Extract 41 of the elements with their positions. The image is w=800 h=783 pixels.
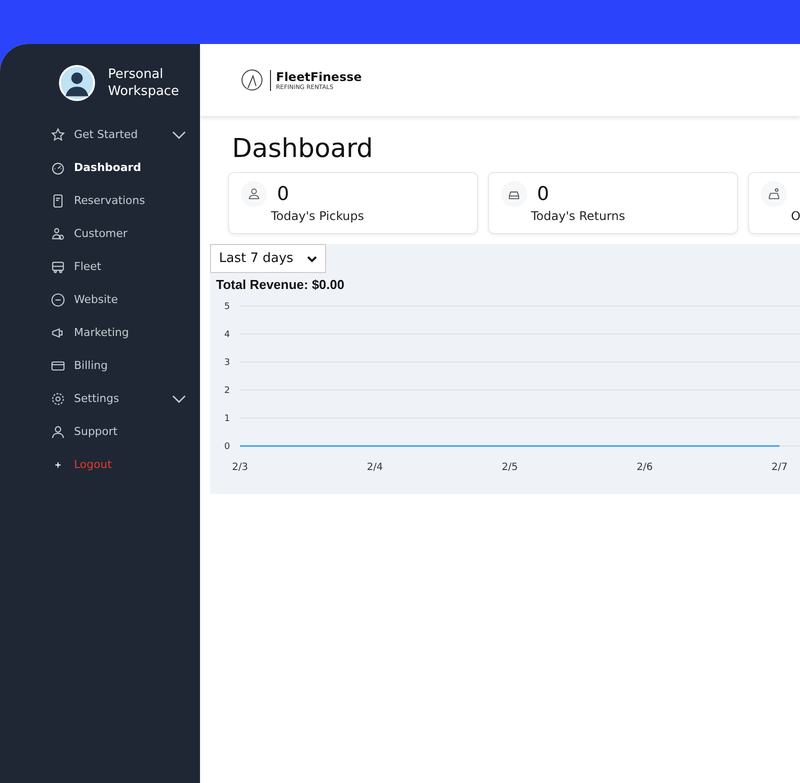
avatar-icon bbox=[58, 64, 96, 102]
brand-name: FleetFinesse bbox=[276, 70, 362, 84]
date-range-select[interactable]: Last 7 days bbox=[210, 244, 326, 273]
y-tick-label: 4 bbox=[224, 330, 230, 340]
page-title: Dashboard bbox=[232, 134, 374, 164]
stat-value: 0 bbox=[537, 183, 550, 205]
y-tick-label: 0 bbox=[224, 442, 230, 452]
stat-label: O bbox=[791, 209, 800, 223]
stat-label: Today's Returns bbox=[531, 209, 626, 223]
people-icon bbox=[50, 226, 66, 242]
y-tick-label: 2 bbox=[224, 386, 230, 396]
sidebar-item[interactable]: Support bbox=[10, 415, 200, 448]
total-revenue: Total Revenue: $0.00 bbox=[216, 277, 346, 292]
star-icon bbox=[50, 126, 66, 142]
sidebar-item[interactable]: Get Started bbox=[10, 118, 200, 151]
sidebar-item[interactable]: Settings bbox=[10, 382, 200, 415]
y-tick-label: 1 bbox=[224, 414, 230, 424]
x-tick-label: 2/7 bbox=[772, 462, 788, 473]
x-tick-label: 2/6 bbox=[636, 462, 653, 473]
sidebar-item[interactable]: Logout bbox=[10, 448, 200, 481]
sidebar-item[interactable]: Customer bbox=[10, 217, 200, 250]
x-tick-label: 2/5 bbox=[502, 462, 518, 473]
workspace-name: Personal Workspace bbox=[108, 66, 180, 100]
sidebar-item[interactable]: Reservations bbox=[10, 184, 200, 217]
sidebar-item[interactable]: Fleet bbox=[10, 250, 200, 283]
stat-label: Today's Pickups bbox=[271, 209, 366, 223]
x-tick-label: 2/4 bbox=[366, 462, 383, 473]
person-icon bbox=[241, 181, 267, 207]
person-icon bbox=[50, 424, 66, 440]
chevron-icon[interactable] bbox=[172, 130, 186, 140]
stat-value: 0 bbox=[277, 183, 290, 205]
sidebar-item[interactable]: Marketing bbox=[10, 316, 200, 349]
chevron-icon bbox=[307, 254, 318, 262]
sidebar-item[interactable]: Dashboard bbox=[10, 151, 200, 184]
sidebar-item[interactable]: Billing bbox=[10, 349, 200, 382]
y-tick-label: 5 bbox=[224, 302, 230, 312]
sidebar-item[interactable]: Website bbox=[10, 283, 200, 316]
x-tick-label: 2/3 bbox=[232, 462, 248, 473]
chevron-icon[interactable] bbox=[172, 394, 186, 404]
y-tick-label: 3 bbox=[224, 358, 230, 368]
logo-icon bbox=[240, 68, 264, 92]
